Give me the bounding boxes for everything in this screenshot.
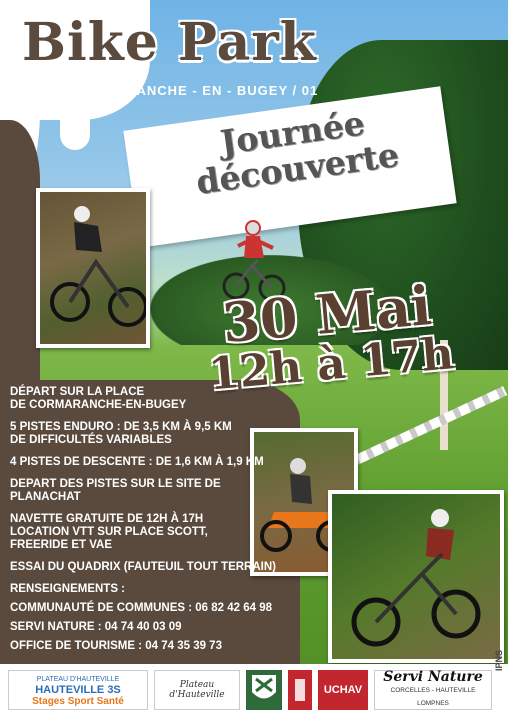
info-depart-line-2: DE CORMARANCHE-EN-BUGEY [10,399,187,411]
contact-servi-nature: SERVI NATURE : 04 74 40 03 09 [10,621,182,633]
plateau-hauteville-logo: Plateau d'Hauteville [154,670,240,710]
event-date: 30 Mai 12h à 17h [202,273,456,400]
info-enduro-line-2: DE DIFFICULTÉS VARIABLES [10,434,172,446]
info-block: DÉPART SUR LA PLACE DE CORMARANCHE-EN-BU… [10,386,280,653]
info-navette: NAVETTE GRATUITE DE 12H À 17H LOCATION V… [10,513,280,552]
brown-band [0,120,40,400]
logo-line-3: Stages Sport Santé [32,695,124,707]
uchav-logo: UCHAV [318,670,368,710]
contact-office-tourisme: OFFICE DE TOURISME : 04 74 35 39 73 [10,640,222,652]
location-subtitle: CORMARANCHE - EN - BUGEY / 01 [72,83,319,98]
info-planachat: DEPART DES PISTES SUR LE SITE DE PLANACH… [10,478,221,503]
contact-communes: COMMUNAUTÉ DE COMMUNES : 06 82 42 64 98 [10,602,273,614]
logo-line-2: HAUTEVILLE 3S [35,683,121,696]
logo-line-1: Servi Nature [383,668,483,685]
logo-text: Plateau d'Hauteville [169,680,225,700]
rider-photo-1 [36,188,150,348]
servi-nature-logo: Servi Nature CORCELLES - HAUTEVILLE LOMP… [374,670,492,710]
rider-photo-2 [328,490,504,663]
ipns-mark: IPNS [494,650,504,672]
info-enduro: 5 PISTES ENDURO : DE 3,5 KM À 9,5 KM DE … [10,421,280,447]
shield-icon [252,675,276,699]
logo-line-2: CORCELLES - HAUTEVILLE LOMPNES [390,686,476,707]
poster-title: Bike Park [22,12,317,73]
info-navette-line-1: NAVETTE GRATUITE DE 12H À 17H [10,513,204,525]
info-quadrix: ESSAI DU QUADRIX (FAUTEUIL TOUT TERRAIN) [10,561,276,573]
info-depart-line-1: DÉPART SUR LA PLACE [10,386,145,398]
info-enduro-line-1: 5 PISTES ENDURO : DE 3,5 KM À 9,5 KM [10,421,232,433]
hauteville-3s-logo: PLATEAU D'HAUTEVILLE HAUTEVILLE 3S Stage… [8,670,148,710]
sites-logo [288,670,312,710]
info-navette-line-3: FREERIDE ET VAE [10,539,113,551]
poster: Bike Park CORMARANCHE - EN - BUGEY / 01 … [0,0,508,720]
info-navette-line-2: LOCATION VTT SUR PLACE SCOTT, [10,526,208,538]
badge-icon [295,679,305,701]
info-descente: 4 PISTES DE DESCENTE : DE 1,6 KM À 1,9 K… [10,456,264,468]
info-renseignements: RENSEIGNEMENTS : [10,583,126,595]
logo-line-1: PLATEAU D'HAUTEVILLE [36,675,120,683]
logo-text: UCHAV [323,684,363,696]
crest-logo [246,670,282,710]
info-depart: DÉPART SUR LA PLACE DE CORMARANCHE-EN-BU… [10,386,280,412]
